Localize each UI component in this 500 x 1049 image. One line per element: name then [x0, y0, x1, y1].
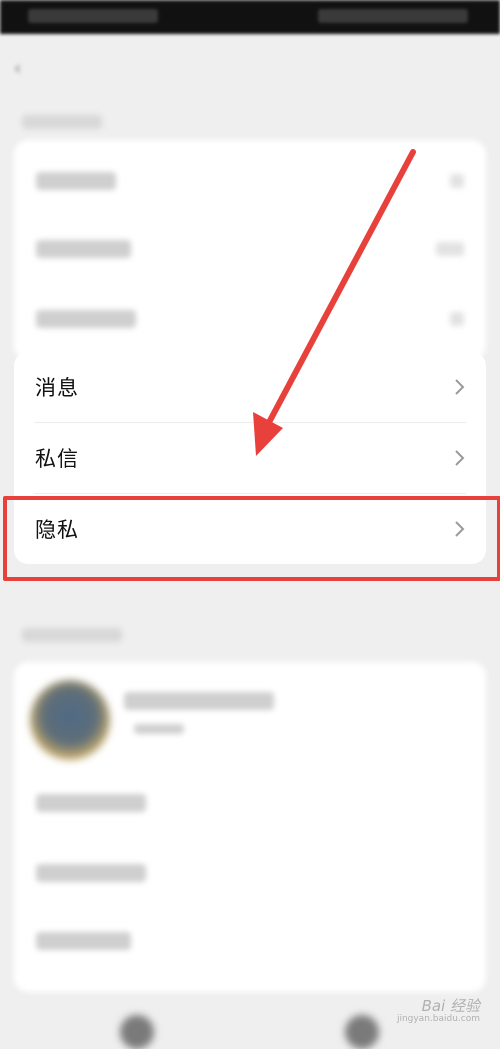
settings-item-label: 消息: [35, 376, 79, 400]
section-label-top: [22, 115, 102, 129]
blurred-row-6: [36, 932, 131, 950]
watermark-brand: Bai 经验: [421, 996, 480, 1015]
blurred-row-4: [36, 794, 146, 812]
status-bar-left-blur: [28, 9, 158, 23]
avatar: [30, 680, 110, 760]
privacy-highlight-box: [3, 496, 500, 581]
blurred-row-1: [36, 172, 116, 190]
back-arrow-icon[interactable]: ‹: [14, 58, 36, 79]
settings-item-label: 私信: [35, 447, 79, 471]
bottom-nav-icon-left[interactable]: [120, 1015, 154, 1049]
bottom-nav-icon-right[interactable]: [345, 1015, 379, 1049]
status-bar-right-blur: [318, 9, 468, 23]
chevron-right-icon: [455, 379, 465, 395]
blurred-chevron-1: [450, 174, 464, 188]
blurred-chevron-3: [450, 312, 464, 326]
settings-item-messages[interactable]: 消息: [14, 352, 486, 422]
blurred-profile-name: [124, 692, 274, 710]
status-bar: [0, 0, 500, 34]
section-label-bottom: [22, 628, 122, 642]
blurred-profile-sub: [134, 724, 184, 734]
chevron-right-icon: [455, 450, 465, 466]
settings-item-private-message[interactable]: 私信: [14, 423, 486, 493]
blurred-row-3: [36, 310, 136, 328]
watermark: Bai 经验 jingyan.baidu.com: [396, 996, 480, 1024]
blurred-row-5: [36, 864, 146, 882]
blurred-settings-card: [14, 140, 486, 360]
blurred-row-2: [36, 240, 131, 258]
watermark-url: jingyan.baidu.com: [396, 1013, 480, 1024]
blurred-chevron-2: [436, 242, 464, 256]
